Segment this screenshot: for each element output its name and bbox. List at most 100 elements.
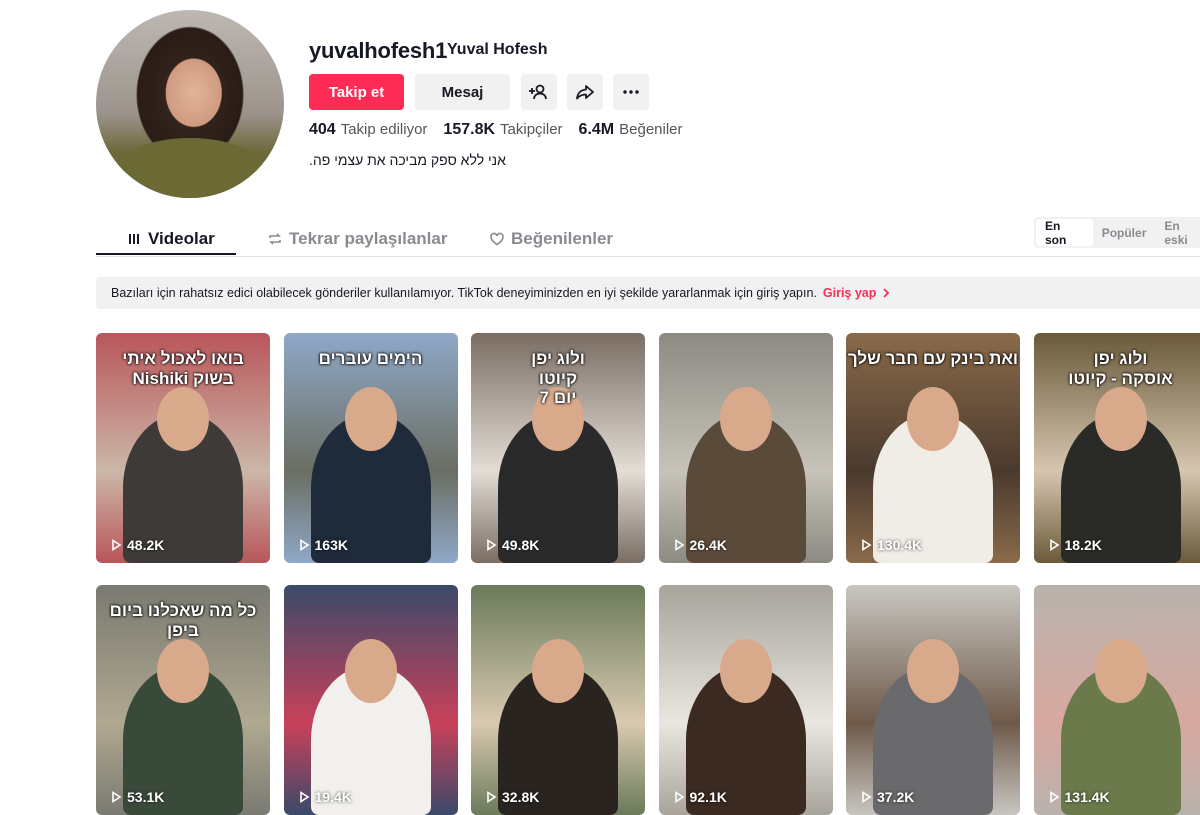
video-card[interactable]: 92.1K <box>659 585 833 815</box>
stat-value: 157.8K <box>443 121 495 138</box>
stat-label: Takip ediliyor <box>341 121 428 138</box>
video-view-count: 18.2K <box>1048 537 1102 553</box>
profile-username: yuvalhofesh1 <box>309 38 447 64</box>
view-count-value: 53.1K <box>127 789 164 805</box>
repost-icon <box>267 231 283 247</box>
view-count-value: 49.8K <box>502 537 539 553</box>
login-banner: Bazıları için rahatsız edici olabilecek … <box>96 277 1200 309</box>
sort-latest[interactable]: En son <box>1036 219 1093 246</box>
video-card[interactable]: בואו לאכול איתי בשוק Nishiki 48.2K <box>96 333 270 563</box>
video-thumbnail-face <box>532 639 584 703</box>
heart-icon <box>489 231 505 247</box>
video-card[interactable]: 32.8K <box>471 585 645 815</box>
video-card[interactable]: הימים עוברים 163K <box>284 333 458 563</box>
profile-stats: 404Takip ediliyor 157.8K Takipçiler 6.4MB… <box>309 121 683 139</box>
play-icon <box>110 791 122 803</box>
play-icon <box>673 539 685 551</box>
share-button[interactable] <box>567 74 603 110</box>
play-icon <box>1048 791 1060 803</box>
play-icon <box>110 539 122 551</box>
add-user-icon <box>529 82 549 102</box>
share-icon <box>575 82 595 102</box>
video-caption: בואו לאכול איתי בשוק Nishiki <box>122 349 243 388</box>
video-card[interactable]: כל מה שאכלנו ביום ביפן 53.1K <box>96 585 270 815</box>
view-count-value: 48.2K <box>127 537 164 553</box>
tab-label: Videolar <box>148 229 215 249</box>
video-view-count: 92.1K <box>673 789 727 805</box>
video-caption: הימים עוברים <box>319 349 423 369</box>
tab-reposts[interactable]: Tekrar paylaşılanlar <box>267 222 447 256</box>
sort-popular[interactable]: Popüler <box>1093 219 1156 246</box>
play-icon <box>673 791 685 803</box>
play-icon <box>1048 539 1060 551</box>
video-thumbnail-face <box>157 387 209 451</box>
play-icon <box>298 791 310 803</box>
view-count-value: 130.4K <box>877 537 922 553</box>
stat-value: 6.4M <box>579 121 615 138</box>
video-thumbnail-face <box>1095 387 1147 451</box>
more-icon <box>621 82 641 102</box>
more-options-button[interactable] <box>613 74 649 110</box>
video-thumbnail-face <box>720 387 772 451</box>
view-count-value: 131.4K <box>1065 789 1110 805</box>
active-tab-indicator <box>96 253 236 255</box>
video-thumbnail-face <box>1095 639 1147 703</box>
play-icon <box>485 791 497 803</box>
video-caption: ולוג יפן קיוטו יום 7 <box>531 349 585 408</box>
play-icon <box>860 791 872 803</box>
video-view-count: 163K <box>298 537 348 553</box>
view-count-value: 37.2K <box>877 789 914 805</box>
video-thumbnail-face <box>345 639 397 703</box>
video-card[interactable]: 19.4K <box>284 585 458 815</box>
video-thumbnail-face <box>345 387 397 451</box>
video-view-count: 32.8K <box>485 789 539 805</box>
video-view-count: 19.4K <box>298 789 352 805</box>
suggest-accounts-button[interactable] <box>521 74 557 110</box>
video-caption: כל מה שאכלנו ביום ביפן <box>110 601 257 640</box>
profile-nickname: Yuval Hofesh <box>447 41 547 59</box>
tab-videos[interactable]: Videolar <box>128 222 215 256</box>
view-count-value: 18.2K <box>1065 537 1102 553</box>
login-link[interactable]: Giriş yap <box>823 286 877 300</box>
grid-icon <box>128 232 142 246</box>
message-button[interactable]: Mesaj <box>415 74 510 110</box>
video-view-count: 26.4K <box>673 537 727 553</box>
sort-oldest[interactable]: En eski <box>1155 219 1200 246</box>
video-card[interactable]: 37.2K <box>846 585 1020 815</box>
video-card[interactable]: ואת בינק עם חבר שלך 130.4K <box>846 333 1020 563</box>
view-count-value: 26.4K <box>690 537 727 553</box>
video-view-count: 37.2K <box>860 789 914 805</box>
stat-followers[interactable]: 157.8K Takipçiler <box>443 121 562 139</box>
view-count-value: 163K <box>315 537 348 553</box>
stat-following[interactable]: 404Takip ediliyor <box>309 121 427 139</box>
stat-likes: 6.4MBeğeniler <box>579 121 683 139</box>
video-thumbnail-face <box>720 639 772 703</box>
video-caption: ולוג יפן אוסקה - קיוטו <box>1068 349 1173 388</box>
banner-text: Bazıları için rahatsız edici olabilecek … <box>111 286 817 300</box>
avatar-sweater <box>114 138 266 198</box>
play-icon <box>860 539 872 551</box>
video-view-count: 48.2K <box>110 537 164 553</box>
video-view-count: 49.8K <box>485 537 539 553</box>
view-count-value: 32.8K <box>502 789 539 805</box>
sort-toggle: En son Popüler En eski <box>1034 217 1200 248</box>
video-caption: ואת בינק עם חבר שלך <box>848 349 1018 369</box>
profile-avatar[interactable] <box>96 10 284 198</box>
play-icon <box>485 539 497 551</box>
tab-liked[interactable]: Beğenilenler <box>489 222 613 256</box>
video-thumbnail-face <box>157 639 209 703</box>
video-thumbnail-face <box>907 639 959 703</box>
stat-label: Takipçiler <box>500 121 563 138</box>
video-card[interactable]: 131.4K <box>1034 585 1200 815</box>
video-card[interactable]: 26.4K <box>659 333 833 563</box>
video-card[interactable]: ולוג יפן קיוטו יום 7 49.8K <box>471 333 645 563</box>
profile-bio: אני ללא ספק מביכה את עצמי פה. <box>309 152 506 168</box>
view-count-value: 19.4K <box>315 789 352 805</box>
tab-label: Beğenilenler <box>511 229 613 249</box>
stat-label: Beğeniler <box>619 121 682 138</box>
chevron-right-icon <box>880 287 892 299</box>
follow-button[interactable]: Takip et <box>309 74 404 110</box>
video-view-count: 131.4K <box>1048 789 1110 805</box>
video-card[interactable]: ולוג יפן אוסקה - קיוטו 18.2K <box>1034 333 1200 563</box>
video-view-count: 130.4K <box>860 537 922 553</box>
